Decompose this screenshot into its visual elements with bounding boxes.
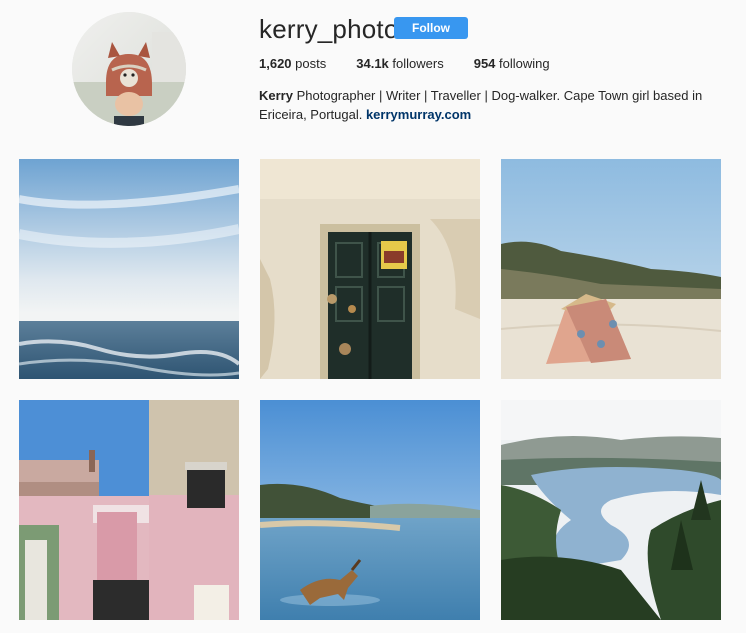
photo-tile-dog[interactable] [260,400,480,620]
profile-bio: Kerry Photographer | Writer | Traveller … [259,86,719,124]
profile-avatar[interactable] [72,12,186,126]
profile-stats: 1,620 posts 34.1k followers 954 followin… [259,56,580,71]
bio-link[interactable]: kerrymurray.com [366,107,471,122]
bio-text: Photographer | Writer | Traveller | Dog-… [259,88,703,122]
profile-username: kerry_photo [259,14,399,44]
posts-label: posts [295,56,327,71]
photo-tile-lake[interactable] [501,400,721,620]
photo-tile-buildings[interactable] [19,400,239,620]
followers-stat[interactable]: 34.1k followers [356,56,443,71]
followers-count: 34.1k [356,56,389,71]
followers-label: followers [392,56,444,71]
follow-button[interactable]: Follow [394,17,468,39]
following-stat[interactable]: 954 following [474,56,550,71]
posts-count: 1,620 [259,56,292,71]
following-label: following [499,56,550,71]
following-count: 954 [473,56,496,71]
posts-stat: 1,620 posts [259,56,326,71]
bio-name: Kerry [259,88,293,103]
photo-tile-beach[interactable] [501,159,721,379]
photo-tile-ocean[interactable] [19,159,239,379]
photo-tile-door[interactable] [260,159,480,379]
